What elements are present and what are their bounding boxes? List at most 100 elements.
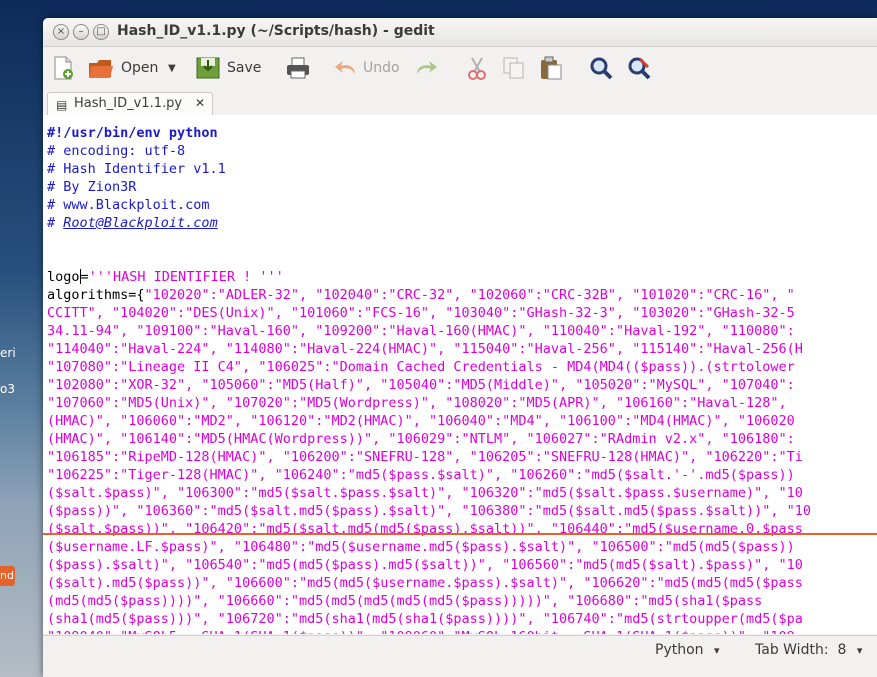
code-token: = [80, 269, 89, 285]
desktop-badge: nd [0, 566, 15, 586]
code-line: # encoding: utf-8 [47, 142, 185, 160]
print-button[interactable] [285, 53, 311, 83]
save-label: Save [227, 60, 262, 76]
code-line: CCITT", "104020":"DES(Unix)", "101060":"… [47, 304, 795, 322]
code-line: ($salt.$pass))", "106420":"md5($salt.md5… [47, 520, 803, 538]
tab-label: Hash_ID_v1.1.py [74, 96, 183, 111]
recent-files-dropdown-button[interactable]: ▼ [168, 53, 176, 83]
code-token: Root@Blackploit.com [63, 215, 218, 231]
code-token: ($pass).$salt)", "106540":"md5(md5($pass… [47, 557, 803, 573]
code-line: (sha1(md5($pass)))", "106720":"md5(sha1(… [47, 610, 803, 628]
code-line: "102080":"XOR-32", "105060":"MD5(Half)",… [47, 376, 795, 394]
code-line: (md5(md5($pass))))", "106660":"md5(md5(m… [47, 592, 762, 610]
undo-label: Undo [363, 60, 400, 76]
language-selector[interactable]: Python ▾ [655, 642, 720, 658]
search-replace-button[interactable] [626, 53, 652, 83]
code-line: logo='''HASH IDENTIFIER ! ''' [47, 268, 284, 286]
code-token: (HMAC)", "106060":"MD2", "106120":"MD2(H… [47, 413, 795, 429]
code-token: "109040":"MySQL5 - SHA-1(SHA-1($pass))",… [47, 629, 795, 634]
new-document-button[interactable] [51, 53, 75, 83]
code-line: #!/usr/bin/env python [47, 124, 218, 142]
window-title: Hash_ID_v1.1.py (~/Scripts/hash) - gedit [117, 23, 435, 39]
chevron-down-icon: ▾ [713, 644, 720, 657]
overview-line [43, 533, 877, 535]
code-line: ($salt.$pass)", "106300":"md5($salt.$pas… [47, 484, 803, 502]
code-line: "106225":"Tiger-128(HMAC)", "106240":"md… [47, 466, 795, 484]
tab-bar: ▤ Hash_ID_v1.1.py ✕ [43, 91, 877, 116]
code-token: "102020":"ADLER-32", "102040":"CRC-32", … [144, 287, 795, 303]
tab-width-label: Tab Width: 8 [755, 642, 847, 658]
tab-hash-id[interactable]: ▤ Hash_ID_v1.1.py ✕ [47, 92, 213, 116]
undo-button[interactable]: Undo [333, 53, 400, 83]
code-line: (HMAC)", "106140":"MD5(HMAC(Wordpress))"… [47, 430, 795, 448]
code-token: (md5(md5($pass))))", "106660":"md5(md5(m… [47, 593, 763, 609]
gedit-window: × – □ Hash_ID_v1.1.py (~/Scripts/hash) -… [43, 18, 877, 677]
search-button[interactable] [588, 53, 614, 83]
tab-close-icon[interactable]: ✕ [195, 96, 205, 110]
code-token: "114040":"Haval-224", "114080":"Haval-22… [47, 341, 803, 357]
code-line: algorithms={"102020":"ADLER-32", "102040… [47, 286, 795, 304]
printer-icon [287, 57, 309, 79]
code-token: ($salt).md5($pass))", "106600":"md5(md5(… [47, 575, 803, 591]
code-token: # By Zion3R [47, 179, 137, 195]
code-token: # www.Blackploit.com [47, 197, 210, 213]
code-token: "106185":"RipeMD-128(HMAC)", "106200":"S… [47, 449, 803, 465]
desktop-label-fragment: o3 [0, 382, 15, 396]
code-line: # By Zion3R [47, 178, 136, 196]
code-line: "109040":"MySQL5 - SHA-1(SHA-1($pass))",… [47, 628, 795, 634]
code-line: # Root@Blackploit.com [47, 214, 218, 232]
desktop-label-fragment: eri [0, 346, 16, 360]
redo-icon [417, 61, 437, 74]
code-editor[interactable]: #!/usr/bin/env python # encoding: utf-8 # … [43, 115, 877, 634]
code-token: 34.11-94", "109100":"Haval-160", "109200… [47, 323, 795, 339]
copy-icon [503, 57, 524, 79]
code-token: '''HASH IDENTIFIER ! ''' [88, 269, 284, 285]
code-line: ($salt).md5($pass))", "106600":"md5(md5(… [47, 574, 803, 592]
code-line: # Hash Identifier v1.1 [47, 160, 226, 178]
code-token: # Hash Identifier v1.1 [47, 161, 226, 177]
new-document-icon [54, 56, 73, 80]
open-label: Open [121, 60, 159, 76]
code-token: # [47, 215, 64, 231]
code-line: ($pass))", "106360":"md5($salt.md5($pass… [47, 502, 811, 520]
language-label: Python [655, 642, 704, 658]
copy-button[interactable] [501, 53, 527, 83]
code-line: ($pass).$salt)", "106540":"md5(md5($pass… [47, 556, 803, 574]
code-line: ($username.LF.$pass)", "106480":"md5($us… [47, 538, 795, 556]
title-bar[interactable]: × – □ Hash_ID_v1.1.py (~/Scripts/hash) -… [43, 18, 877, 47]
cut-button[interactable] [464, 53, 490, 83]
code-token: ($username.LF.$pass)", "106480":"md5($us… [47, 539, 795, 555]
undo-icon [335, 61, 355, 74]
code-token: "102080":"XOR-32", "105060":"MD5(Half)",… [47, 377, 795, 393]
search-icon [590, 57, 613, 80]
code-line: "106185":"RipeMD-128(HMAC)", "106200":"S… [47, 448, 803, 466]
redo-button[interactable] [413, 53, 439, 83]
open-button[interactable]: Open [87, 53, 158, 83]
code-line: "114040":"Haval-224", "114080":"Haval-22… [47, 340, 803, 358]
code-token: (HMAC)", "106140":"MD5(HMAC(Wordpress))"… [47, 431, 795, 447]
code-line: "107060":"MD5(Unix)", "107020":"MD5(Word… [47, 394, 787, 412]
scissors-icon [468, 57, 486, 80]
code-token: logo [47, 269, 80, 285]
save-button[interactable]: Save [195, 53, 261, 83]
clipboard-icon [541, 56, 562, 80]
code-line: (HMAC)", "106060":"MD2", "106120":"MD2(H… [47, 412, 795, 430]
code-line: 34.11-94", "109100":"Haval-160", "109200… [47, 322, 795, 340]
folder-open-icon [89, 60, 113, 78]
code-token: (sha1(md5($pass)))", "106720":"md5(sha1(… [47, 611, 803, 627]
code-token: CCITT", "104020":"DES(Unix)", "101060":"… [47, 305, 795, 321]
search-replace-icon [628, 57, 651, 80]
code-token: "107060":"MD5(Unix)", "107020":"MD5(Word… [47, 395, 787, 411]
code-token: #!/usr/bin/env python [47, 125, 218, 141]
status-bar: Python ▾ Tab Width: 8 ▾ [43, 635, 877, 677]
code-line: # www.Blackploit.com [47, 196, 210, 214]
code-token: # encoding: utf-8 [47, 143, 186, 159]
text-file-icon: ▤ [56, 98, 68, 112]
paste-button[interactable] [538, 53, 564, 83]
code-line: "107080":"Lineage II C4", "106025":"Doma… [47, 358, 795, 376]
toolbar: Open ▼ Save Undo [43, 47, 877, 91]
tab-width-selector[interactable]: Tab Width: 8 ▾ [755, 642, 862, 658]
code-token: ($pass))", "106360":"md5($salt.md5($pass… [47, 503, 812, 519]
save-icon [196, 57, 220, 79]
code-token: ($salt.$pass)", "106300":"md5($salt.$pas… [47, 485, 803, 501]
